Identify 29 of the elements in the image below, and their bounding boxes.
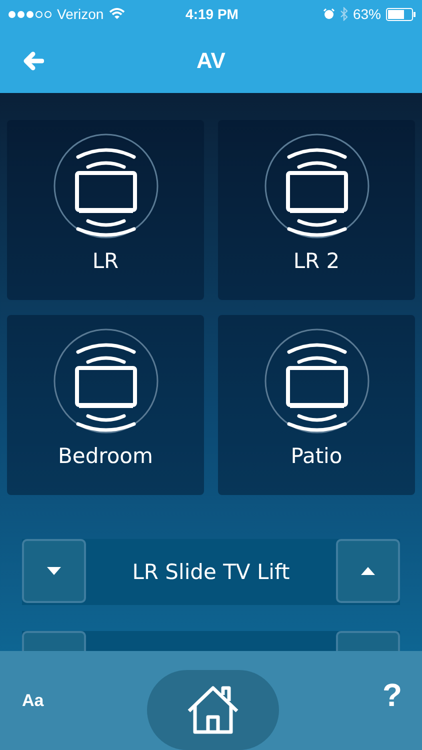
help-button[interactable]: ? bbox=[382, 677, 402, 714]
carrier-name: Verizon bbox=[57, 6, 104, 22]
clock-time: 4:19 PM bbox=[186, 6, 238, 22]
tv-icon bbox=[52, 133, 158, 239]
alarm-icon bbox=[322, 8, 335, 20]
bluetooth-icon bbox=[340, 7, 348, 21]
down-button[interactable] bbox=[22, 539, 86, 603]
room-label: Bedroom bbox=[58, 444, 153, 468]
room-label: LR bbox=[92, 249, 119, 273]
tv-icon bbox=[52, 328, 158, 434]
back-arrow-icon bbox=[22, 50, 44, 70]
page-title: AV bbox=[196, 48, 226, 74]
room-tile[interactable]: Patio bbox=[218, 315, 415, 495]
room-tile[interactable]: Bedroom bbox=[7, 315, 204, 495]
room-label: LR 2 bbox=[293, 249, 340, 273]
up-button[interactable] bbox=[336, 539, 400, 603]
room-tile[interactable]: LR 2 bbox=[218, 120, 415, 300]
font-size-button[interactable]: Aa bbox=[22, 690, 44, 710]
signal-icon bbox=[8, 10, 52, 18]
room-label: Patio bbox=[290, 444, 342, 468]
tv-icon bbox=[264, 133, 370, 239]
tv-icon bbox=[264, 328, 370, 434]
control-label: LR Slide TV Lift bbox=[131, 560, 291, 584]
battery-icon bbox=[386, 8, 416, 20]
wifi-icon bbox=[108, 8, 125, 20]
down-triangle-icon bbox=[47, 567, 61, 575]
battery-percent: 63% bbox=[352, 6, 381, 22]
room-tile[interactable]: LR bbox=[7, 120, 204, 300]
up-triangle-icon bbox=[361, 567, 375, 575]
